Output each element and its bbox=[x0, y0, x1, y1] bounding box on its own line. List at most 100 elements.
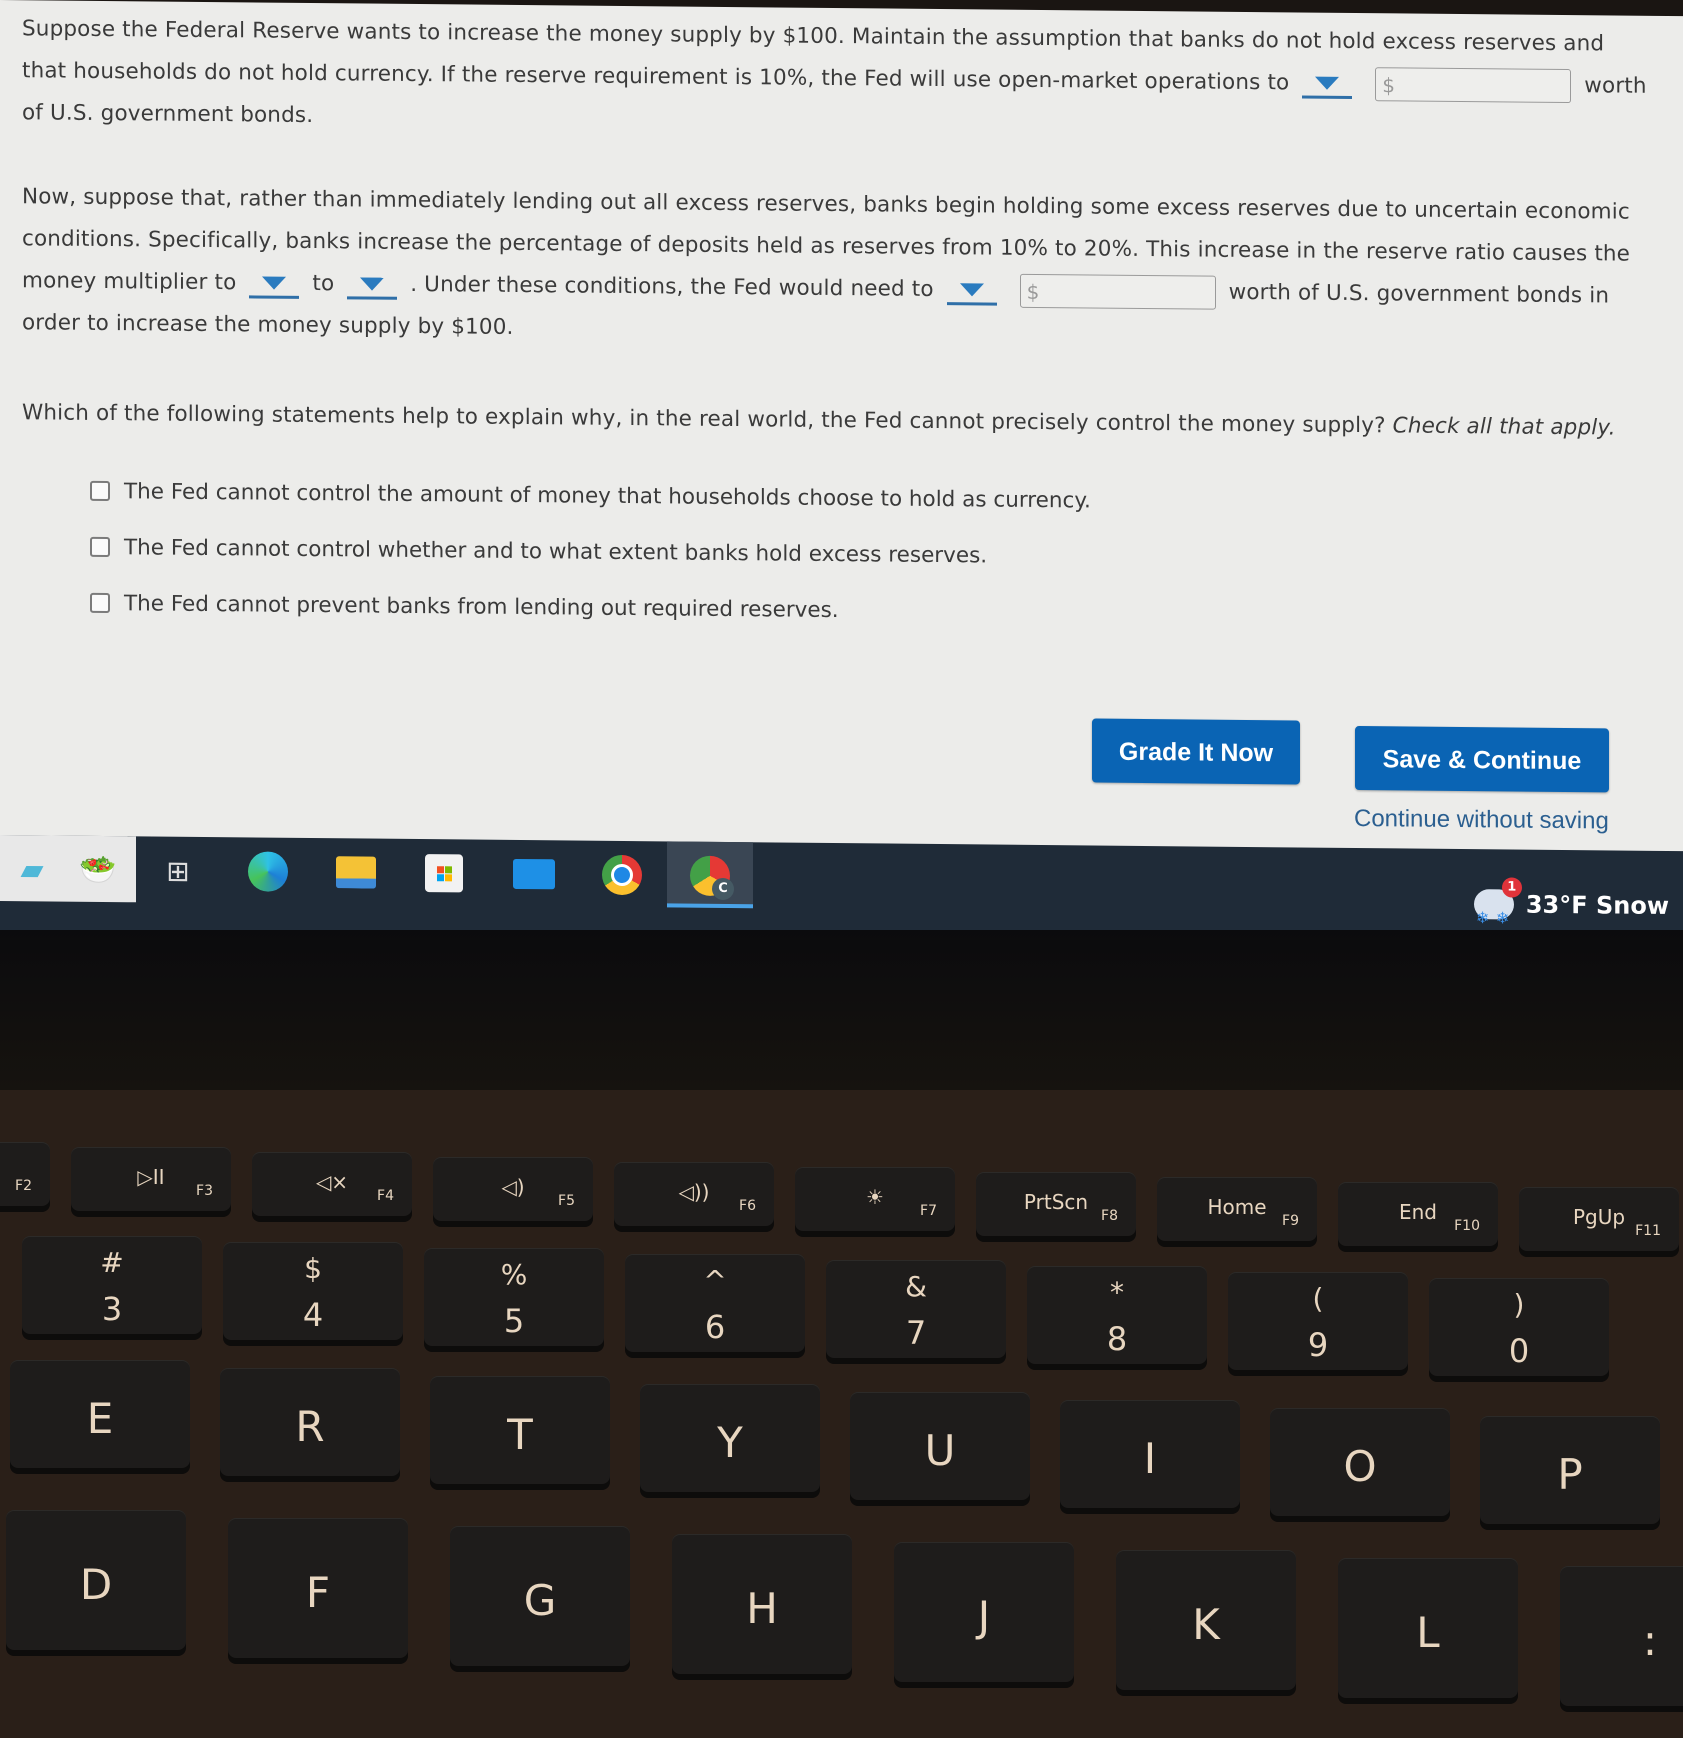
laptop-keyboard: F2 ▷II F3 ◁× F4 ◁) F5 ◁)) F6 ☀ F7 PrtScn F8 Home F9 End… bbox=[0, 1090, 1683, 1738]
checkbox[interactable] bbox=[90, 536, 110, 558]
question-paragraph-2: Now, suppose that, rather than immediate… bbox=[22, 176, 1652, 360]
key-label: U bbox=[924, 1426, 956, 1475]
key-label: G bbox=[523, 1576, 557, 1625]
key-label: E bbox=[86, 1394, 114, 1443]
key-f3[interactable]: ▷II F3 bbox=[71, 1147, 231, 1211]
key-j[interactable]: J bbox=[894, 1542, 1074, 1682]
key-t[interactable]: T bbox=[430, 1376, 610, 1484]
key-shift-label: ( bbox=[1312, 1282, 1324, 1315]
snowflake-icon: ❄ bbox=[1495, 908, 1510, 928]
chrome-icon[interactable] bbox=[598, 851, 646, 899]
key-semicolon[interactable]: : bbox=[1560, 1566, 1683, 1706]
key-label: D bbox=[79, 1560, 113, 1609]
key-fn-label: F4 bbox=[377, 1188, 394, 1204]
key-label: 4 bbox=[302, 1296, 324, 1334]
dropdown-arrow-icon bbox=[1315, 76, 1340, 90]
key-shift-label: $ bbox=[304, 1252, 322, 1285]
browser-content: Suppose the Federal Reserve wants to inc… bbox=[0, 0, 1683, 867]
dropdown-arrow-icon bbox=[959, 282, 984, 296]
file-explorer-icon[interactable] bbox=[332, 848, 380, 896]
money-multiplier-from-dropdown[interactable] bbox=[249, 268, 300, 299]
dropdown-arrow-icon bbox=[262, 276, 287, 290]
open-market-action-dropdown-2[interactable] bbox=[946, 275, 997, 306]
key-shift-label: ^ bbox=[703, 1264, 727, 1297]
key-e[interactable]: E bbox=[10, 1360, 190, 1468]
widget-icon[interactable]: ▰ bbox=[8, 845, 56, 893]
save-and-continue-button[interactable]: Save & Continue bbox=[1355, 726, 1609, 793]
key-label: 6 bbox=[704, 1308, 726, 1346]
key-4[interactable]: $4 bbox=[223, 1242, 403, 1340]
store-icon[interactable] bbox=[420, 849, 468, 897]
key-f10[interactable]: End F10 bbox=[1338, 1182, 1498, 1246]
key-f9[interactable]: Home F9 bbox=[1157, 1177, 1317, 1241]
question-paragraph-3: Which of the following statements help t… bbox=[22, 392, 1652, 450]
key-label: H bbox=[746, 1584, 778, 1633]
key-label: I bbox=[1143, 1434, 1157, 1483]
key-i[interactable]: I bbox=[1060, 1400, 1240, 1508]
task-view-icon[interactable]: ⊞ bbox=[154, 846, 202, 894]
profile-letter: C bbox=[712, 877, 734, 901]
mail-icon[interactable] bbox=[510, 850, 558, 898]
key-shift-label: ) bbox=[1513, 1288, 1525, 1321]
laptop-bezel bbox=[0, 930, 1683, 1090]
key-label: T bbox=[507, 1410, 533, 1459]
key-f4[interactable]: ◁× F4 bbox=[252, 1152, 412, 1216]
key-fn-label: F11 bbox=[1635, 1223, 1661, 1239]
key-6[interactable]: ^ 6 bbox=[625, 1254, 805, 1352]
key-u[interactable]: U bbox=[850, 1392, 1030, 1500]
edge-icon[interactable] bbox=[244, 847, 292, 895]
key-g[interactable]: G bbox=[450, 1526, 630, 1666]
dropdown-arrow-icon bbox=[360, 276, 385, 291]
dollar-prefix: $ bbox=[1026, 279, 1040, 304]
key-f8[interactable]: PrtScn F8 bbox=[976, 1172, 1136, 1236]
key-7[interactable]: & 7 bbox=[826, 1260, 1006, 1358]
checkbox[interactable] bbox=[90, 480, 110, 502]
key-label: J bbox=[977, 1592, 991, 1641]
bond-amount-input-1[interactable]: $ bbox=[1375, 67, 1572, 104]
chrome-profile-icon[interactable]: C bbox=[686, 852, 734, 901]
money-multiplier-to-dropdown[interactable] bbox=[347, 269, 398, 300]
key-label: F bbox=[305, 1568, 331, 1617]
key-r[interactable]: R bbox=[220, 1368, 400, 1476]
key-5[interactable]: % 5 bbox=[424, 1248, 604, 1346]
key-label: 7 bbox=[905, 1314, 927, 1352]
p2-text-b: . Under these conditions, the Fed would … bbox=[410, 271, 934, 302]
key-h[interactable]: H bbox=[672, 1534, 852, 1674]
to-label: to bbox=[312, 270, 335, 297]
snow-cloud-icon: 1 ❄ ❄ bbox=[1473, 877, 1522, 927]
key-d[interactable]: D bbox=[6, 1510, 186, 1650]
option-currency[interactable]: The Fed cannot control the amount of mon… bbox=[90, 463, 1091, 529]
key-shift-label: & bbox=[905, 1270, 927, 1303]
key-fn-label: F2 bbox=[15, 1178, 32, 1194]
weather-widget[interactable]: 1 ❄ ❄ 33°F Snow bbox=[1473, 877, 1669, 927]
key-f11[interactable]: PgUp F11 bbox=[1519, 1187, 1679, 1251]
key-f[interactable]: F bbox=[228, 1518, 408, 1658]
key-l[interactable]: L bbox=[1338, 1558, 1518, 1698]
food-icon[interactable]: 🥗 bbox=[74, 846, 122, 894]
weather-condition: Snow bbox=[1595, 891, 1669, 921]
key-3[interactable]: #3 bbox=[22, 1236, 202, 1334]
p3-prompt: Which of the following statements help t… bbox=[22, 400, 1386, 439]
continue-without-saving-link[interactable]: Continue without saving bbox=[1354, 805, 1609, 835]
key-label: 5 bbox=[503, 1302, 525, 1340]
snowflake-icon: ❄ bbox=[1475, 908, 1490, 928]
checkbox[interactable] bbox=[90, 592, 110, 614]
open-market-action-dropdown[interactable] bbox=[1302, 69, 1353, 99]
option-required-reserves[interactable]: The Fed cannot prevent banks from lendin… bbox=[90, 575, 1091, 641]
bond-amount-input-2[interactable]: $ bbox=[1019, 273, 1216, 310]
grade-it-now-button[interactable]: Grade It Now bbox=[1092, 718, 1300, 785]
key-8[interactable]: * 8 bbox=[1027, 1266, 1207, 1364]
key-label: : bbox=[1642, 1616, 1658, 1665]
key-f5[interactable]: ◁) F5 bbox=[433, 1157, 593, 1221]
key-f6[interactable]: ◁)) F6 bbox=[614, 1162, 774, 1226]
key-f7[interactable]: ☀ F7 bbox=[795, 1167, 955, 1231]
key-o[interactable]: O bbox=[1270, 1408, 1450, 1516]
key-k[interactable]: K bbox=[1116, 1550, 1296, 1690]
option-excess-reserves[interactable]: The Fed cannot control whether and to wh… bbox=[90, 519, 1091, 585]
key-fn-label: F5 bbox=[558, 1193, 575, 1209]
key-0[interactable]: ) 0 bbox=[1429, 1278, 1609, 1376]
key-9[interactable]: (9 bbox=[1228, 1272, 1408, 1370]
key-f2[interactable]: F2 bbox=[0, 1142, 50, 1206]
key-y[interactable]: Y bbox=[640, 1384, 820, 1492]
key-p[interactable]: P bbox=[1480, 1416, 1660, 1524]
